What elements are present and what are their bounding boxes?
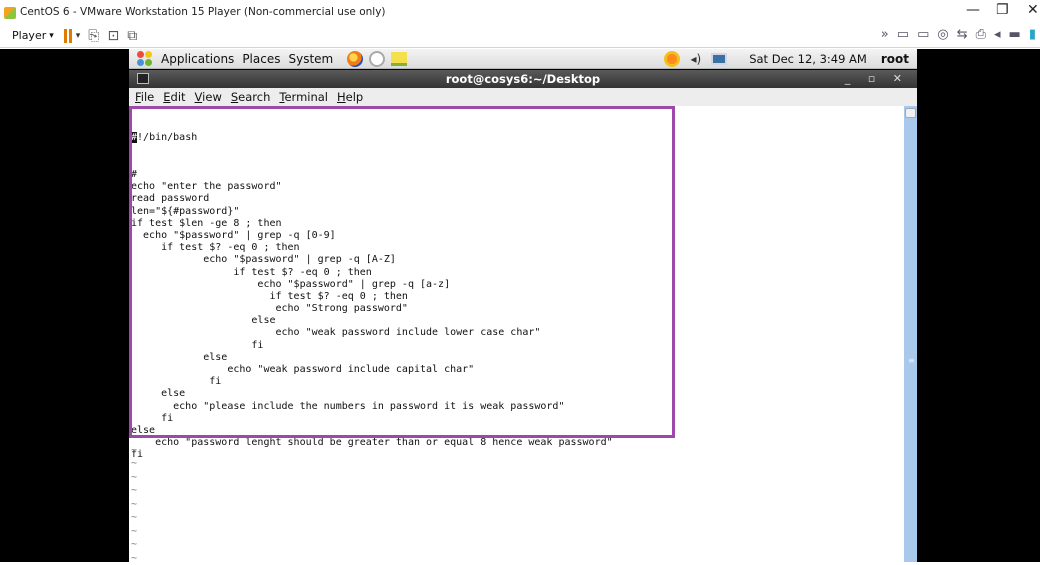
- code-line: echo "weak password include lower case c…: [131, 327, 541, 339]
- applications-icon: [137, 50, 153, 67]
- menu-file[interactable]: File: [135, 90, 154, 104]
- network-adapter-icon[interactable]: ▭: [917, 27, 929, 42]
- terminal-window-controls[interactable]: _ ▫ ✕: [845, 72, 909, 85]
- device-icons: » ▭ ▭ ◎ ⇆ ⎙ ◂ ▬ ▮: [881, 27, 1036, 42]
- firefox-icon[interactable]: [347, 50, 364, 67]
- updates-icon[interactable]: [664, 50, 681, 67]
- code-line: echo "please include the numbers in pass…: [131, 400, 565, 412]
- terminal-scrollbar[interactable]: ≡: [904, 106, 917, 562]
- code-line: echo "Strong password": [131, 303, 408, 315]
- menu-terminal[interactable]: Terminal: [279, 90, 328, 104]
- menu-help[interactable]: Help: [337, 90, 363, 104]
- code-line: else: [131, 424, 156, 436]
- menu-view[interactable]: View: [195, 90, 222, 104]
- code-line: else: [131, 388, 186, 400]
- minimize-button[interactable]: —: [966, 2, 980, 18]
- code-line: echo "$password" | grep -q [0-9]: [131, 229, 336, 241]
- cd-icon[interactable]: ◎: [937, 27, 948, 42]
- code-line: echo "enter the password": [131, 181, 282, 193]
- terminal-menubar: File Edit View Search Terminal Help: [129, 88, 917, 106]
- unity-icon[interactable]: ⧉: [127, 28, 137, 44]
- vm-window-title: CentOS 6 - VMware Workstation 15 Player …: [20, 6, 386, 18]
- vmware-app-icon: [4, 7, 16, 19]
- terminal-title: root@cosys6:~/Desktop: [445, 72, 601, 86]
- code-line: #!/bin/bash: [131, 132, 613, 144]
- menu-search[interactable]: Search: [231, 90, 271, 104]
- sound-icon[interactable]: ◂: [994, 27, 1001, 42]
- code-line: len="${#password}": [131, 205, 240, 217]
- scrollbar-thumb[interactable]: [905, 108, 916, 118]
- empty-line-markers: ~ ~ ~ ~ ~ ~ ~ ~ ~ ~: [131, 431, 138, 564]
- fit-guest-icon[interactable]: ⊡: [108, 28, 120, 44]
- code-line: fi: [131, 339, 264, 351]
- vm-window-titlebar: CentOS 6 - VMware Workstation 15 Player …: [0, 0, 1040, 24]
- send-ctrl-alt-del-icon[interactable]: ⎘: [88, 28, 99, 44]
- user-menu[interactable]: root: [881, 52, 909, 66]
- code-line: if test $? -eq 0 ; then: [131, 290, 408, 302]
- code-line: else: [131, 351, 228, 363]
- applications-menu[interactable]: Applications: [161, 52, 234, 66]
- text-editor-icon[interactable]: [391, 51, 408, 66]
- terminal-icon: [137, 73, 149, 84]
- code-line-text: !/bin/bash: [137, 132, 198, 144]
- gnome-top-panel: Applications Places System ◂) Sat Dec 12…: [129, 49, 917, 69]
- terminal-titlebar[interactable]: root@cosys6:~/Desktop _ ▫ ✕: [129, 70, 917, 88]
- chevron-right-icon[interactable]: »: [881, 27, 889, 42]
- code-line: echo "weak password include capital char…: [131, 364, 475, 375]
- vm-toolbar: Player ▾ ▾ ⎘ ⊡ ⧉ » ▭ ▭ ◎ ⇆ ⎙ ◂ ▬ ▮: [0, 24, 1040, 48]
- script-text: #!/bin/bash # echo "enter the password" re…: [131, 108, 613, 486]
- printer-icon[interactable]: ⎙: [976, 27, 986, 42]
- places-menu[interactable]: Places: [242, 52, 280, 66]
- close-button[interactable]: ✕: [1027, 2, 1039, 18]
- scrollbar-grip-icon: ≡: [908, 356, 915, 365]
- system-menu[interactable]: System: [288, 52, 333, 66]
- message-icon[interactable]: ▮: [1029, 27, 1036, 42]
- code-line: fi: [131, 412, 174, 424]
- volume-icon[interactable]: ◂): [690, 52, 701, 66]
- panel-status-area: ◂) Sat Dec 12, 3:49 AM root: [664, 50, 909, 67]
- code-lines: # echo "enter the password" read password l…: [131, 169, 613, 462]
- panel-clock[interactable]: Sat Dec 12, 3:49 AM: [749, 52, 867, 66]
- code-line: fi: [131, 449, 144, 461]
- player-menu-label: Player: [12, 29, 47, 42]
- menu-edit[interactable]: Edit: [163, 90, 185, 104]
- pause-icon[interactable]: [63, 28, 72, 43]
- code-line: echo "password lenght should be greater …: [131, 437, 613, 449]
- code-line: fi: [131, 376, 222, 388]
- chevron-down-icon: ▾: [49, 30, 54, 41]
- restore-button[interactable]: ❐: [996, 2, 1009, 18]
- terminal-window: root@cosys6:~/Desktop _ ▫ ✕ File Edit Vi…: [129, 70, 917, 564]
- help-icon[interactable]: [369, 50, 386, 67]
- code-line: read password: [131, 193, 210, 205]
- code-line: echo "$password" | grep -q [a-z]: [131, 278, 451, 290]
- player-menu-button[interactable]: Player ▾: [12, 29, 54, 42]
- code-line: if test $? -eq 0 ; then: [131, 242, 300, 254]
- code-line: if test $? -eq 0 ; then: [131, 266, 372, 278]
- usb-icon[interactable]: ⇆: [957, 27, 968, 42]
- network-icon[interactable]: [711, 52, 728, 65]
- code-line: echo "$password" | grep -q [A-Z]: [131, 254, 396, 266]
- removable-devices-icon[interactable]: ▭: [897, 27, 909, 42]
- hard-disk-icon[interactable]: ▬: [1009, 27, 1021, 42]
- code-line: else: [131, 315, 276, 327]
- chevron-down-icon[interactable]: ▾: [76, 31, 81, 41]
- code-line: #: [131, 169, 138, 180]
- code-line: if test $len -ge 8 ; then: [131, 217, 282, 229]
- terminal-content[interactable]: #!/bin/bash # echo "enter the password" re…: [129, 106, 904, 564]
